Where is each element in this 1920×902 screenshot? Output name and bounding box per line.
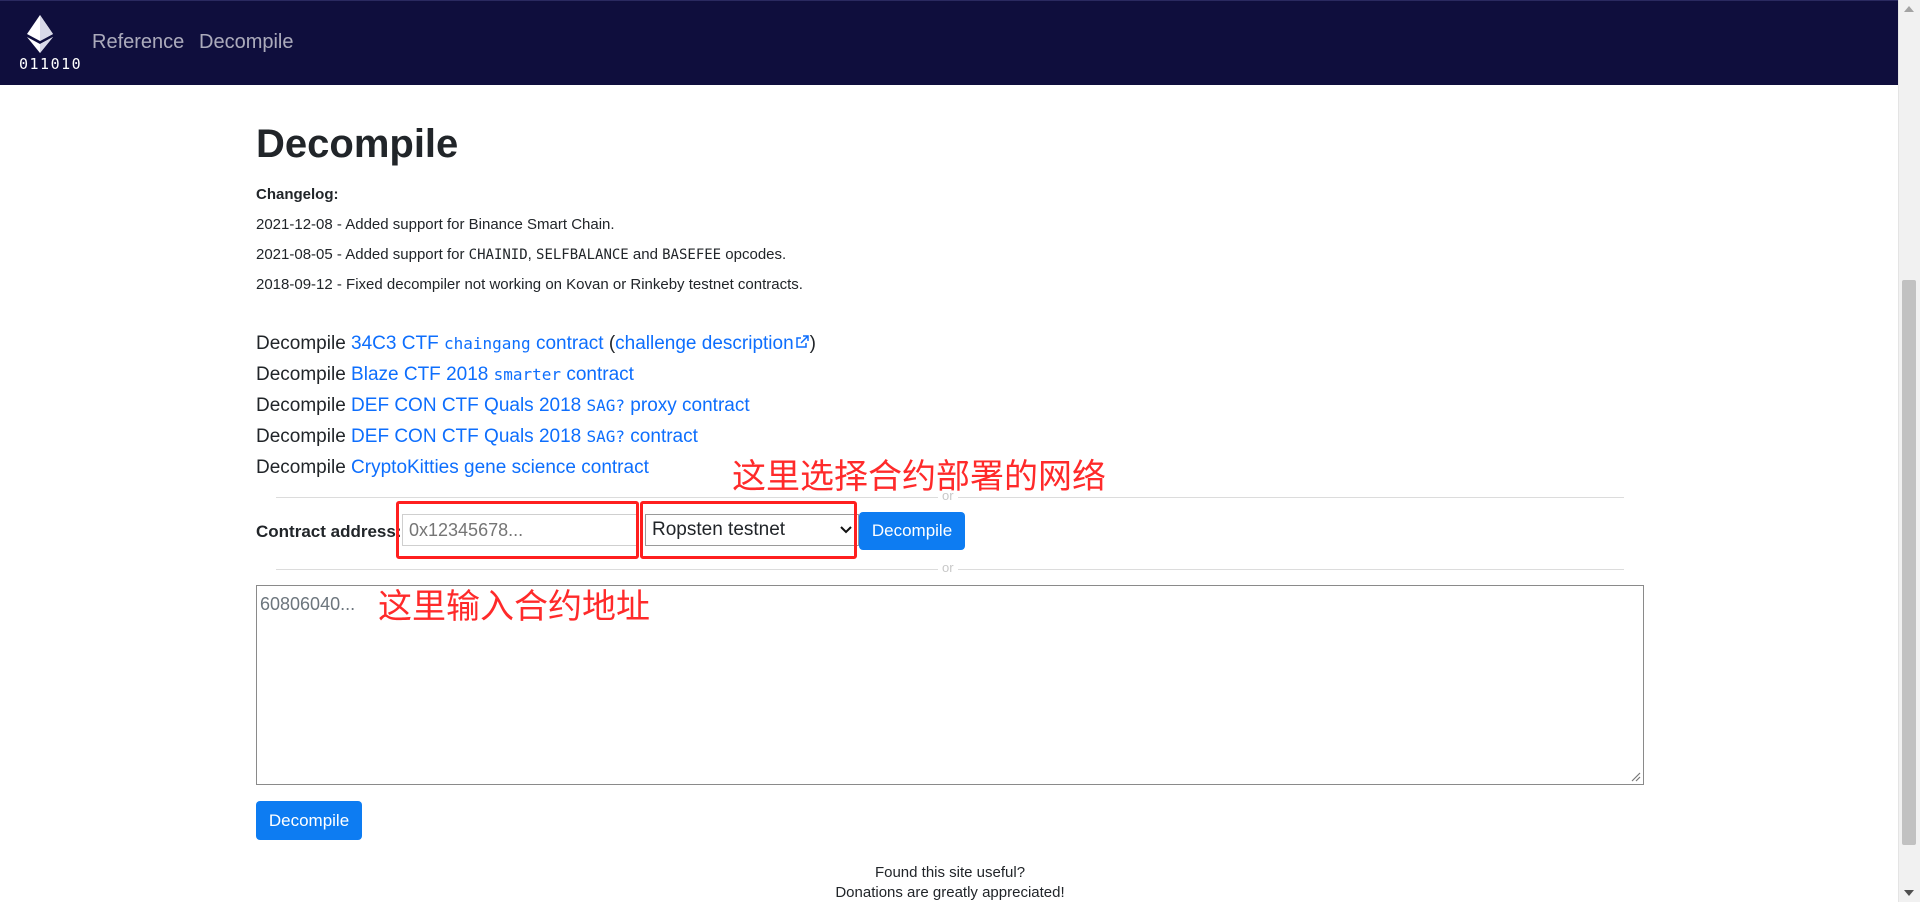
example-paren-open: ( <box>603 333 616 354</box>
changelog-text: 2018-09-12 - Fixed decompiler not workin… <box>256 276 803 293</box>
vertical-scrollbar[interactable] <box>1898 0 1920 902</box>
challenge-description-link[interactable]: challenge description <box>615 333 810 354</box>
example-lead: Decompile <box>256 457 352 478</box>
example-link-chaingang[interactable]: 34C3 CTF chaingang contract <box>351 333 604 354</box>
example-paren-close: ) <box>809 333 816 354</box>
decompile-bytecode-button[interactable]: Decompile <box>256 801 362 840</box>
changelog-item: 2021-08-05 - Added support for CHAINID, … <box>256 246 786 263</box>
example-link-smarter[interactable]: Blaze CTF 2018 smarter contract <box>351 364 634 385</box>
scroll-up-icon[interactable] <box>1904 6 1914 12</box>
footer-text: Donations are greatly appreciated! <box>835 884 1065 901</box>
annotation-address-note: 这里输入合约地址 <box>378 587 650 627</box>
example-code: smarter <box>493 365 562 384</box>
changelog-suffix: opcodes. <box>721 246 787 263</box>
example-lead: Decompile <box>256 364 352 385</box>
example-link-text: DEF CON CTF Quals 2018 <box>351 426 587 447</box>
nav-decompile-link[interactable]: Decompile <box>199 31 293 54</box>
changelog-item: 2018-09-12 - Fixed decompiler not workin… <box>256 276 803 293</box>
page-title: Decompile <box>256 122 459 166</box>
brand-text: 011010 <box>19 55 83 73</box>
example-lead: Decompile <box>256 395 352 416</box>
changelog-text: 2021-08-05 - Added support for <box>256 246 469 263</box>
example-link-cryptokitties[interactable]: CryptoKitties gene science contract <box>351 457 649 478</box>
example-lead: Decompile <box>256 333 352 354</box>
external-link-icon <box>795 335 809 348</box>
scroll-down-icon[interactable] <box>1904 890 1914 896</box>
brand-logo[interactable]: 011010 <box>16 13 83 75</box>
example-link-text: Blaze CTF 2018 <box>351 364 494 385</box>
example-line: Decompile Blaze CTF 2018 smarter contrac… <box>256 364 634 386</box>
annotation-box-address <box>396 501 639 559</box>
changelog-sep: and <box>628 246 663 263</box>
example-line: Decompile CryptoKitties gene science con… <box>256 457 649 479</box>
example-link-text: DEF CON CTF Quals 2018 <box>351 395 587 416</box>
example-code: SAG? <box>586 427 626 446</box>
bytecode-placeholder: 60806040... <box>260 594 356 614</box>
footer-text: Found this site useful? <box>874 864 1026 881</box>
example-link-text: 34C3 CTF <box>351 333 444 354</box>
example-line: Decompile 34C3 CTF chaingang contract (c… <box>256 333 816 355</box>
example-link-text: CryptoKitties gene science contract <box>351 457 649 478</box>
ethereum-icon <box>27 15 53 53</box>
example-line: Decompile DEF CON CTF Quals 2018 SAG? co… <box>256 426 698 448</box>
opcode-chainid: CHAINID <box>468 247 528 263</box>
decompile-address-button[interactable]: Decompile <box>859 512 965 550</box>
page-frame: 011010 Reference Decompile Decompile Cha… <box>0 0 1920 902</box>
example-lead: Decompile <box>256 426 352 447</box>
scroll-thumb[interactable] <box>1902 280 1916 845</box>
annotation-box-network <box>640 501 857 559</box>
opcode-basefee: BASEFEE <box>662 247 722 263</box>
changelog-item: 2021-12-08 - Added support for Binance S… <box>256 216 615 233</box>
example-link-text: contract <box>530 333 604 354</box>
example-link-text: contract <box>625 426 698 447</box>
changelog-text: 2021-12-08 - Added support for Binance S… <box>256 216 615 233</box>
nav-reference-link[interactable]: Reference <box>92 31 184 54</box>
changelog-sep: , <box>527 246 537 263</box>
annotation-network-note: 这里选择合约部署的网络 <box>732 457 1106 497</box>
resize-grip-icon[interactable] <box>1629 770 1641 782</box>
example-link-sag-proxy[interactable]: DEF CON CTF Quals 2018 SAG? proxy contra… <box>351 395 750 416</box>
example-line: Decompile DEF CON CTF Quals 2018 SAG? pr… <box>256 395 750 417</box>
navbar: 011010 Reference Decompile <box>0 0 1899 85</box>
example-link-text: contract <box>561 364 634 385</box>
contract-address-label: Contract address: <box>256 522 402 541</box>
example-code: chaingang <box>443 334 531 353</box>
opcode-selfbalance: SELFBALANCE <box>536 247 629 263</box>
challenge-description-text: challenge description <box>615 333 794 354</box>
example-link-sag[interactable]: DEF CON CTF Quals 2018 SAG? contract <box>351 426 698 447</box>
example-link-text: proxy contract <box>625 395 750 416</box>
changelog-label: Changelog: <box>256 186 339 203</box>
or-label: or <box>938 560 958 575</box>
example-code: SAG? <box>586 396 626 415</box>
